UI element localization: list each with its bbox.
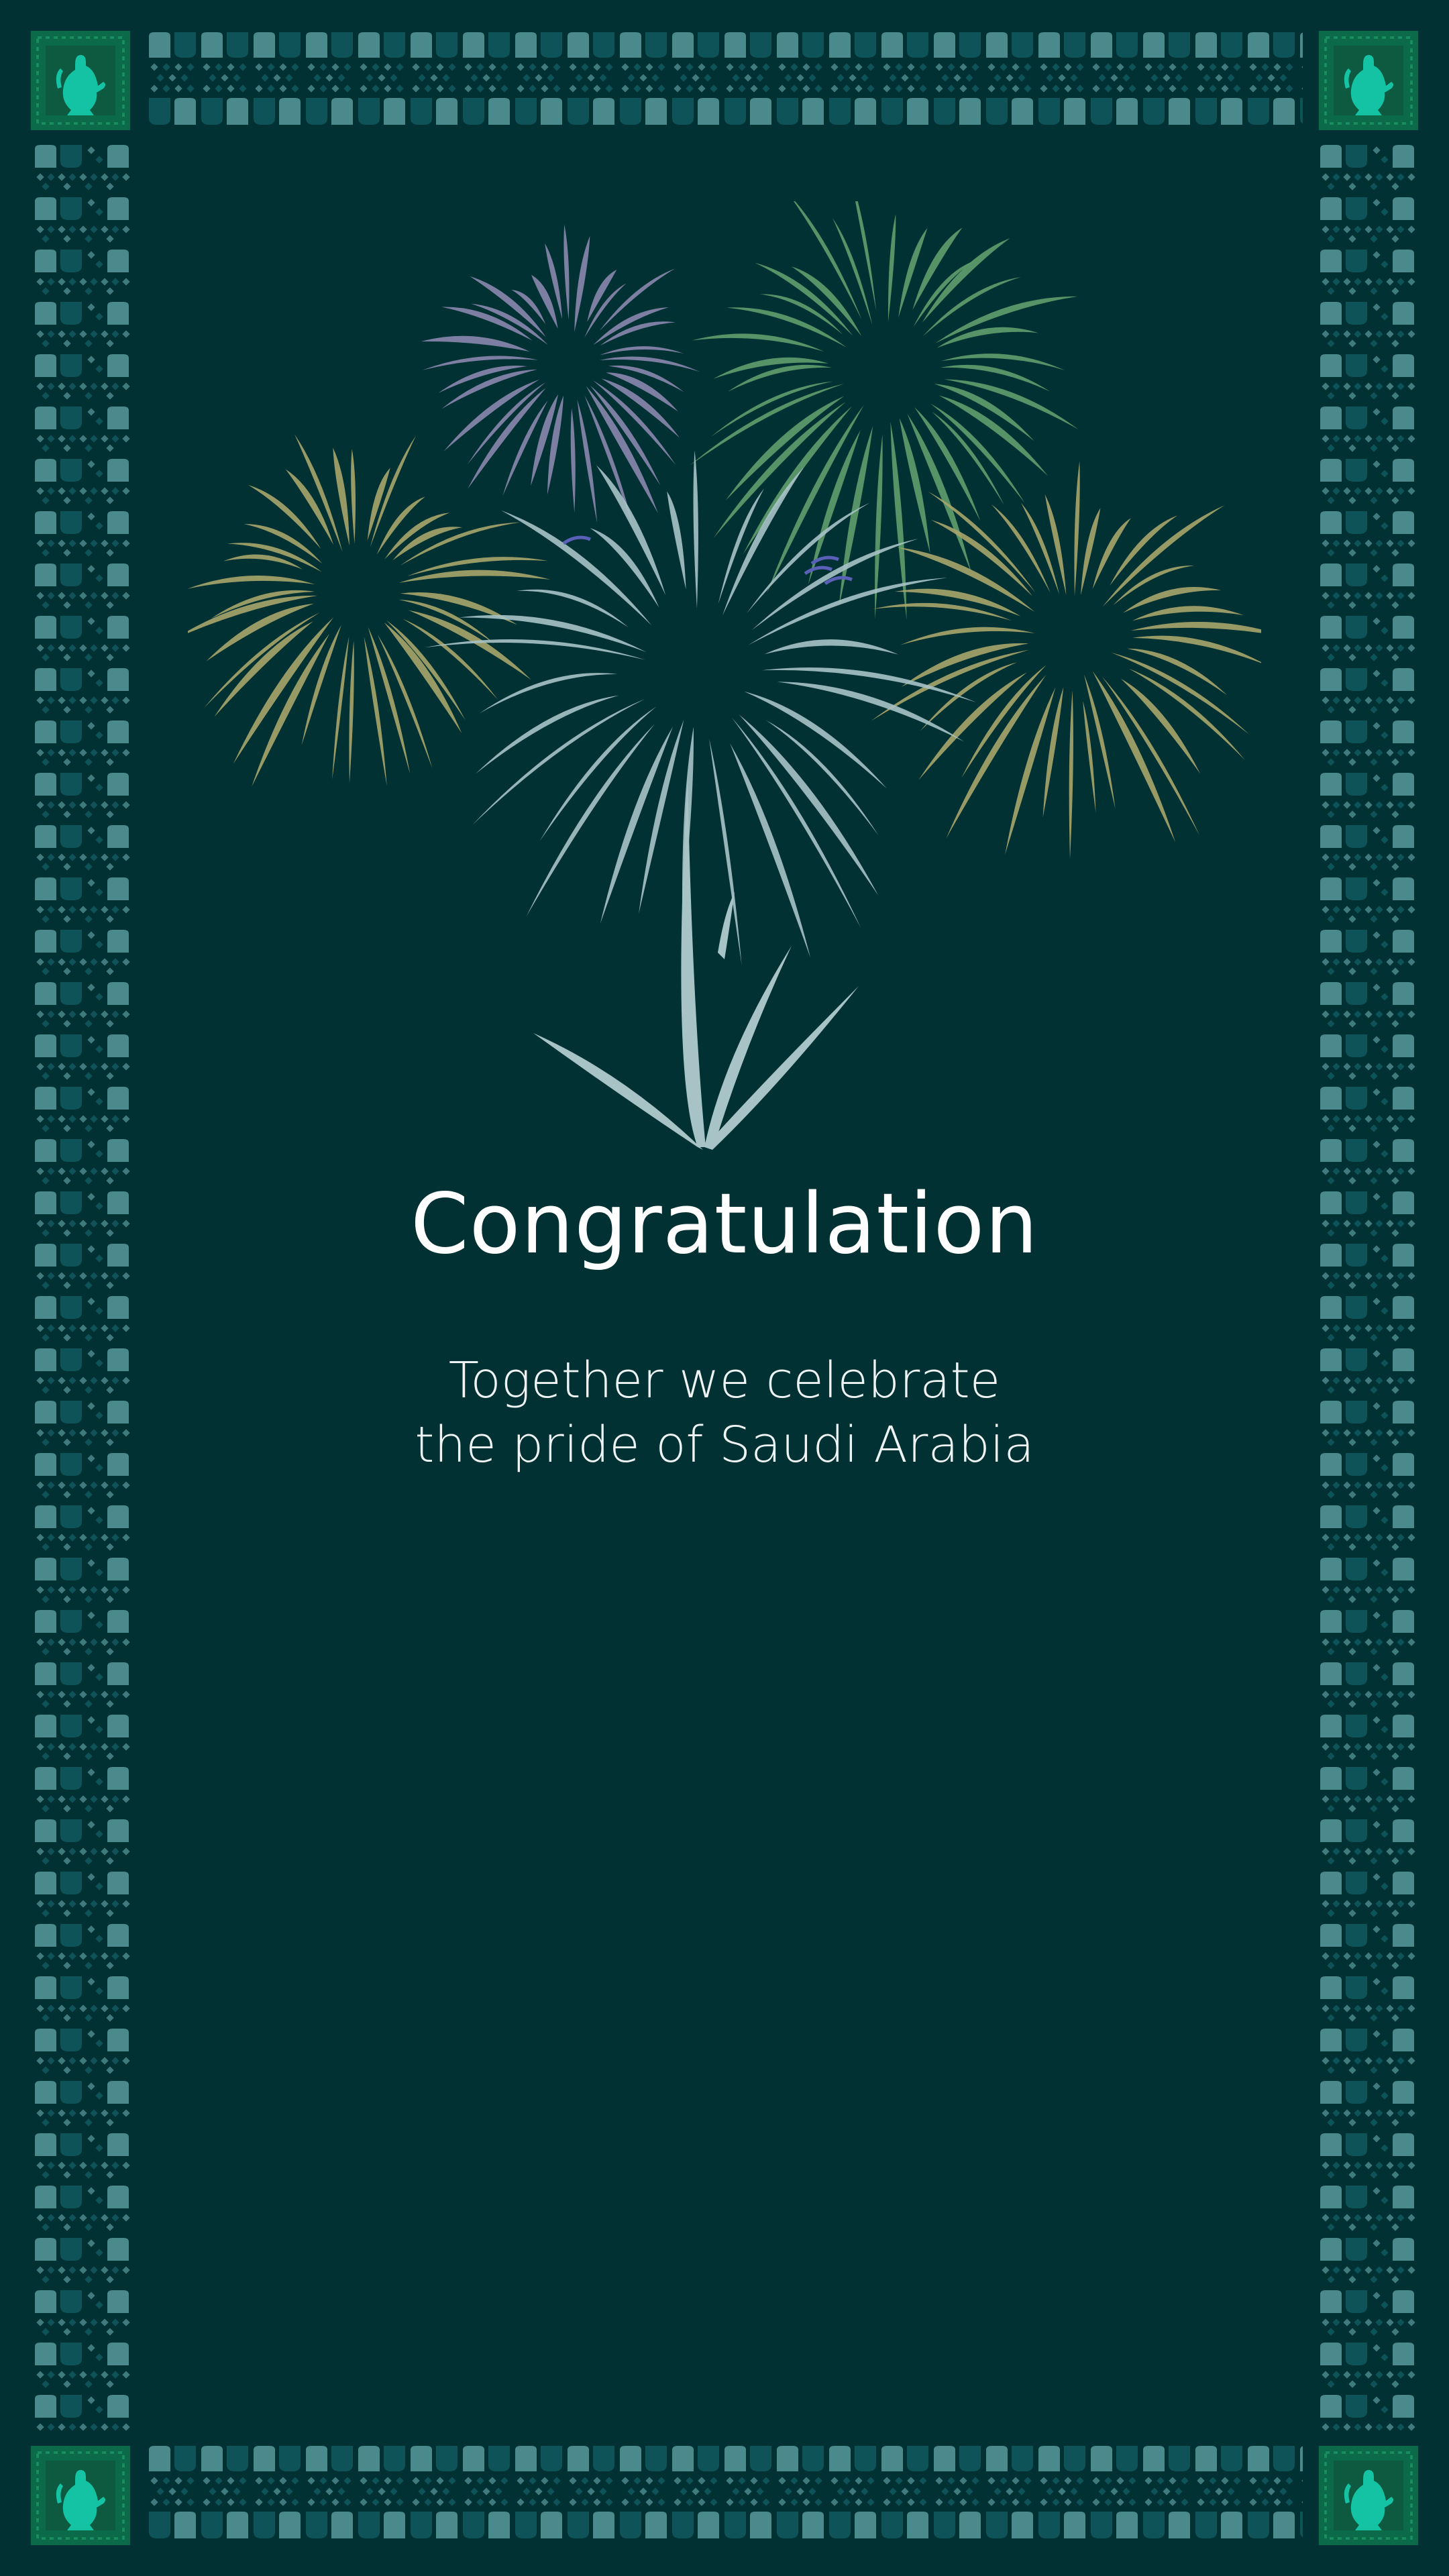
firework-streak [751, 539, 918, 631]
right-sadu-border [1316, 142, 1418, 2432]
bottom-sadu-border [146, 2445, 1303, 2546]
firework-streak [1083, 700, 1096, 813]
firework-streak [1132, 635, 1261, 663]
palm-frond [533, 1033, 703, 1150]
firework-streak [1092, 518, 1131, 590]
left-sadu-border [31, 142, 133, 2432]
firework-streak [1102, 505, 1225, 607]
firework-burst [188, 434, 551, 787]
firework-burst [425, 450, 977, 965]
firework-streak [351, 449, 356, 544]
firework-streak [574, 235, 590, 332]
firework-streak [600, 727, 673, 924]
firework-streak [600, 321, 676, 346]
firework-streak [894, 588, 1021, 616]
firework-streak [367, 468, 390, 541]
firework-streak [899, 418, 930, 554]
firework-streak [188, 576, 315, 589]
firework-streak [1132, 606, 1244, 621]
dallah-coffee-pot-icon [31, 31, 130, 130]
firework-streak [349, 641, 354, 784]
firework-streak [392, 527, 463, 561]
palm-frond [718, 892, 735, 959]
firework-streak [570, 408, 576, 513]
card-title: Congratulation [411, 1176, 1038, 1273]
palm-frond [704, 986, 859, 1150]
firework-streak [294, 434, 343, 552]
firework-burst [421, 224, 700, 528]
firework-streak [539, 706, 657, 841]
firework-streak [1120, 678, 1201, 774]
dallah-coffee-pot-icon [1319, 2446, 1418, 2545]
firework-streak [692, 333, 824, 352]
firework-streak [479, 673, 618, 714]
firework-streak [713, 357, 828, 379]
firework-streak [1127, 648, 1228, 696]
firework-streak [935, 296, 1078, 343]
firework-streak [934, 384, 1034, 441]
firework-streak [599, 356, 700, 372]
firework-burst [871, 461, 1261, 859]
dallah-coffee-pot-icon [1319, 31, 1418, 130]
firework-streak [667, 491, 686, 590]
firework-streak [501, 510, 652, 626]
firework-streak [888, 214, 896, 322]
firework-streak [564, 224, 570, 320]
firework-streak [1042, 687, 1064, 818]
firework-streak [599, 346, 684, 356]
firework-streak [421, 335, 530, 352]
firework-streak [1102, 676, 1199, 836]
firework-streak [922, 238, 1010, 323]
firework-streak [898, 227, 928, 318]
firework-streak [764, 639, 899, 655]
firework-streak [748, 578, 948, 645]
firework-streak [777, 682, 964, 742]
firework-streak [1074, 461, 1080, 596]
firework-spark [562, 535, 591, 545]
firework-streak [1130, 621, 1261, 633]
firework-streak [596, 465, 666, 596]
greeting-card: Congratulation Together we celebrate the… [0, 0, 1449, 2576]
firework-streak [693, 450, 698, 609]
firework-streak [438, 366, 527, 393]
palm-frond [681, 778, 706, 1147]
card-message-line-2: the pride of Saudi Arabia [415, 1416, 1034, 1474]
fireworks-palm-illustration [188, 201, 1261, 1150]
firework-streak [593, 307, 669, 345]
firework-streak [364, 637, 387, 786]
firework-streak [991, 504, 1051, 593]
firework-spark [804, 566, 833, 576]
firework-streak [900, 627, 1035, 645]
firework-streak [890, 421, 907, 620]
firework-streak [765, 720, 879, 836]
firework-streak [214, 621, 313, 717]
card-message-line-1: Together we celebrate [448, 1352, 1001, 1409]
palm-frond [704, 946, 792, 1147]
top-sadu-border [146, 31, 1303, 133]
firework-streak [384, 513, 450, 559]
firework-streak [422, 356, 539, 370]
card-message: Together we celebrate the pride of Saudi… [0, 1348, 1449, 1477]
firework-streak [1069, 690, 1073, 859]
firework-streak [1110, 515, 1178, 586]
firework-streak [332, 636, 350, 780]
firework-streak [1128, 668, 1245, 760]
firework-streak [301, 625, 341, 745]
firework-streak [936, 327, 1038, 348]
dallah-coffee-pot-icon [31, 2446, 130, 2545]
firework-streak [1080, 508, 1101, 596]
